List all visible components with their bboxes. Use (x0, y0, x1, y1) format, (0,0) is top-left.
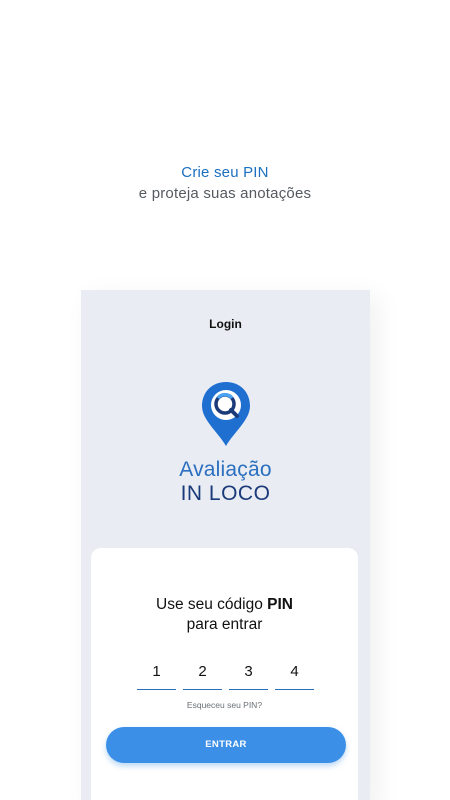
app-logo: Avaliação IN LOCO (81, 380, 370, 510)
pin-card-title-line2: para entrar (186, 616, 263, 633)
pin-digit-1[interactable]: 1 (137, 661, 176, 690)
pin-card: Use seu código PIN para entrar 1 2 3 4 E… (91, 548, 358, 800)
pin-card-title-prefix: Use seu código (156, 596, 268, 613)
screen-title: Login (209, 317, 242, 331)
headline-subtitle: e proteja suas anotações (138, 185, 312, 202)
enter-button[interactable]: ENTRAR (106, 727, 346, 763)
map-pin-search-icon (202, 382, 250, 446)
headline-title: Crie seu PIN (181, 164, 269, 181)
phone-mockup: Login Avaliação IN LOCO Use seu código P… (81, 290, 370, 800)
page: Crie seu PIN e proteja suas anotações Lo… (0, 0, 450, 800)
logo-text-line2: IN LOCO (180, 482, 271, 505)
pin-digit-2[interactable]: 2 (183, 661, 222, 690)
pin-digit-3[interactable]: 3 (229, 661, 268, 690)
pin-card-title: Use seu código PIN para entrar (91, 595, 358, 635)
logo-text-line1: Avaliação (179, 458, 272, 481)
pin-input-row: 1 2 3 4 (137, 661, 315, 691)
forgot-pin-link[interactable]: Esqueceu seu PIN? (91, 700, 358, 710)
pin-digit-4[interactable]: 4 (275, 661, 314, 690)
pin-card-title-bold: PIN (267, 596, 293, 613)
headline: Crie seu PIN e proteja suas anotações (0, 162, 450, 204)
